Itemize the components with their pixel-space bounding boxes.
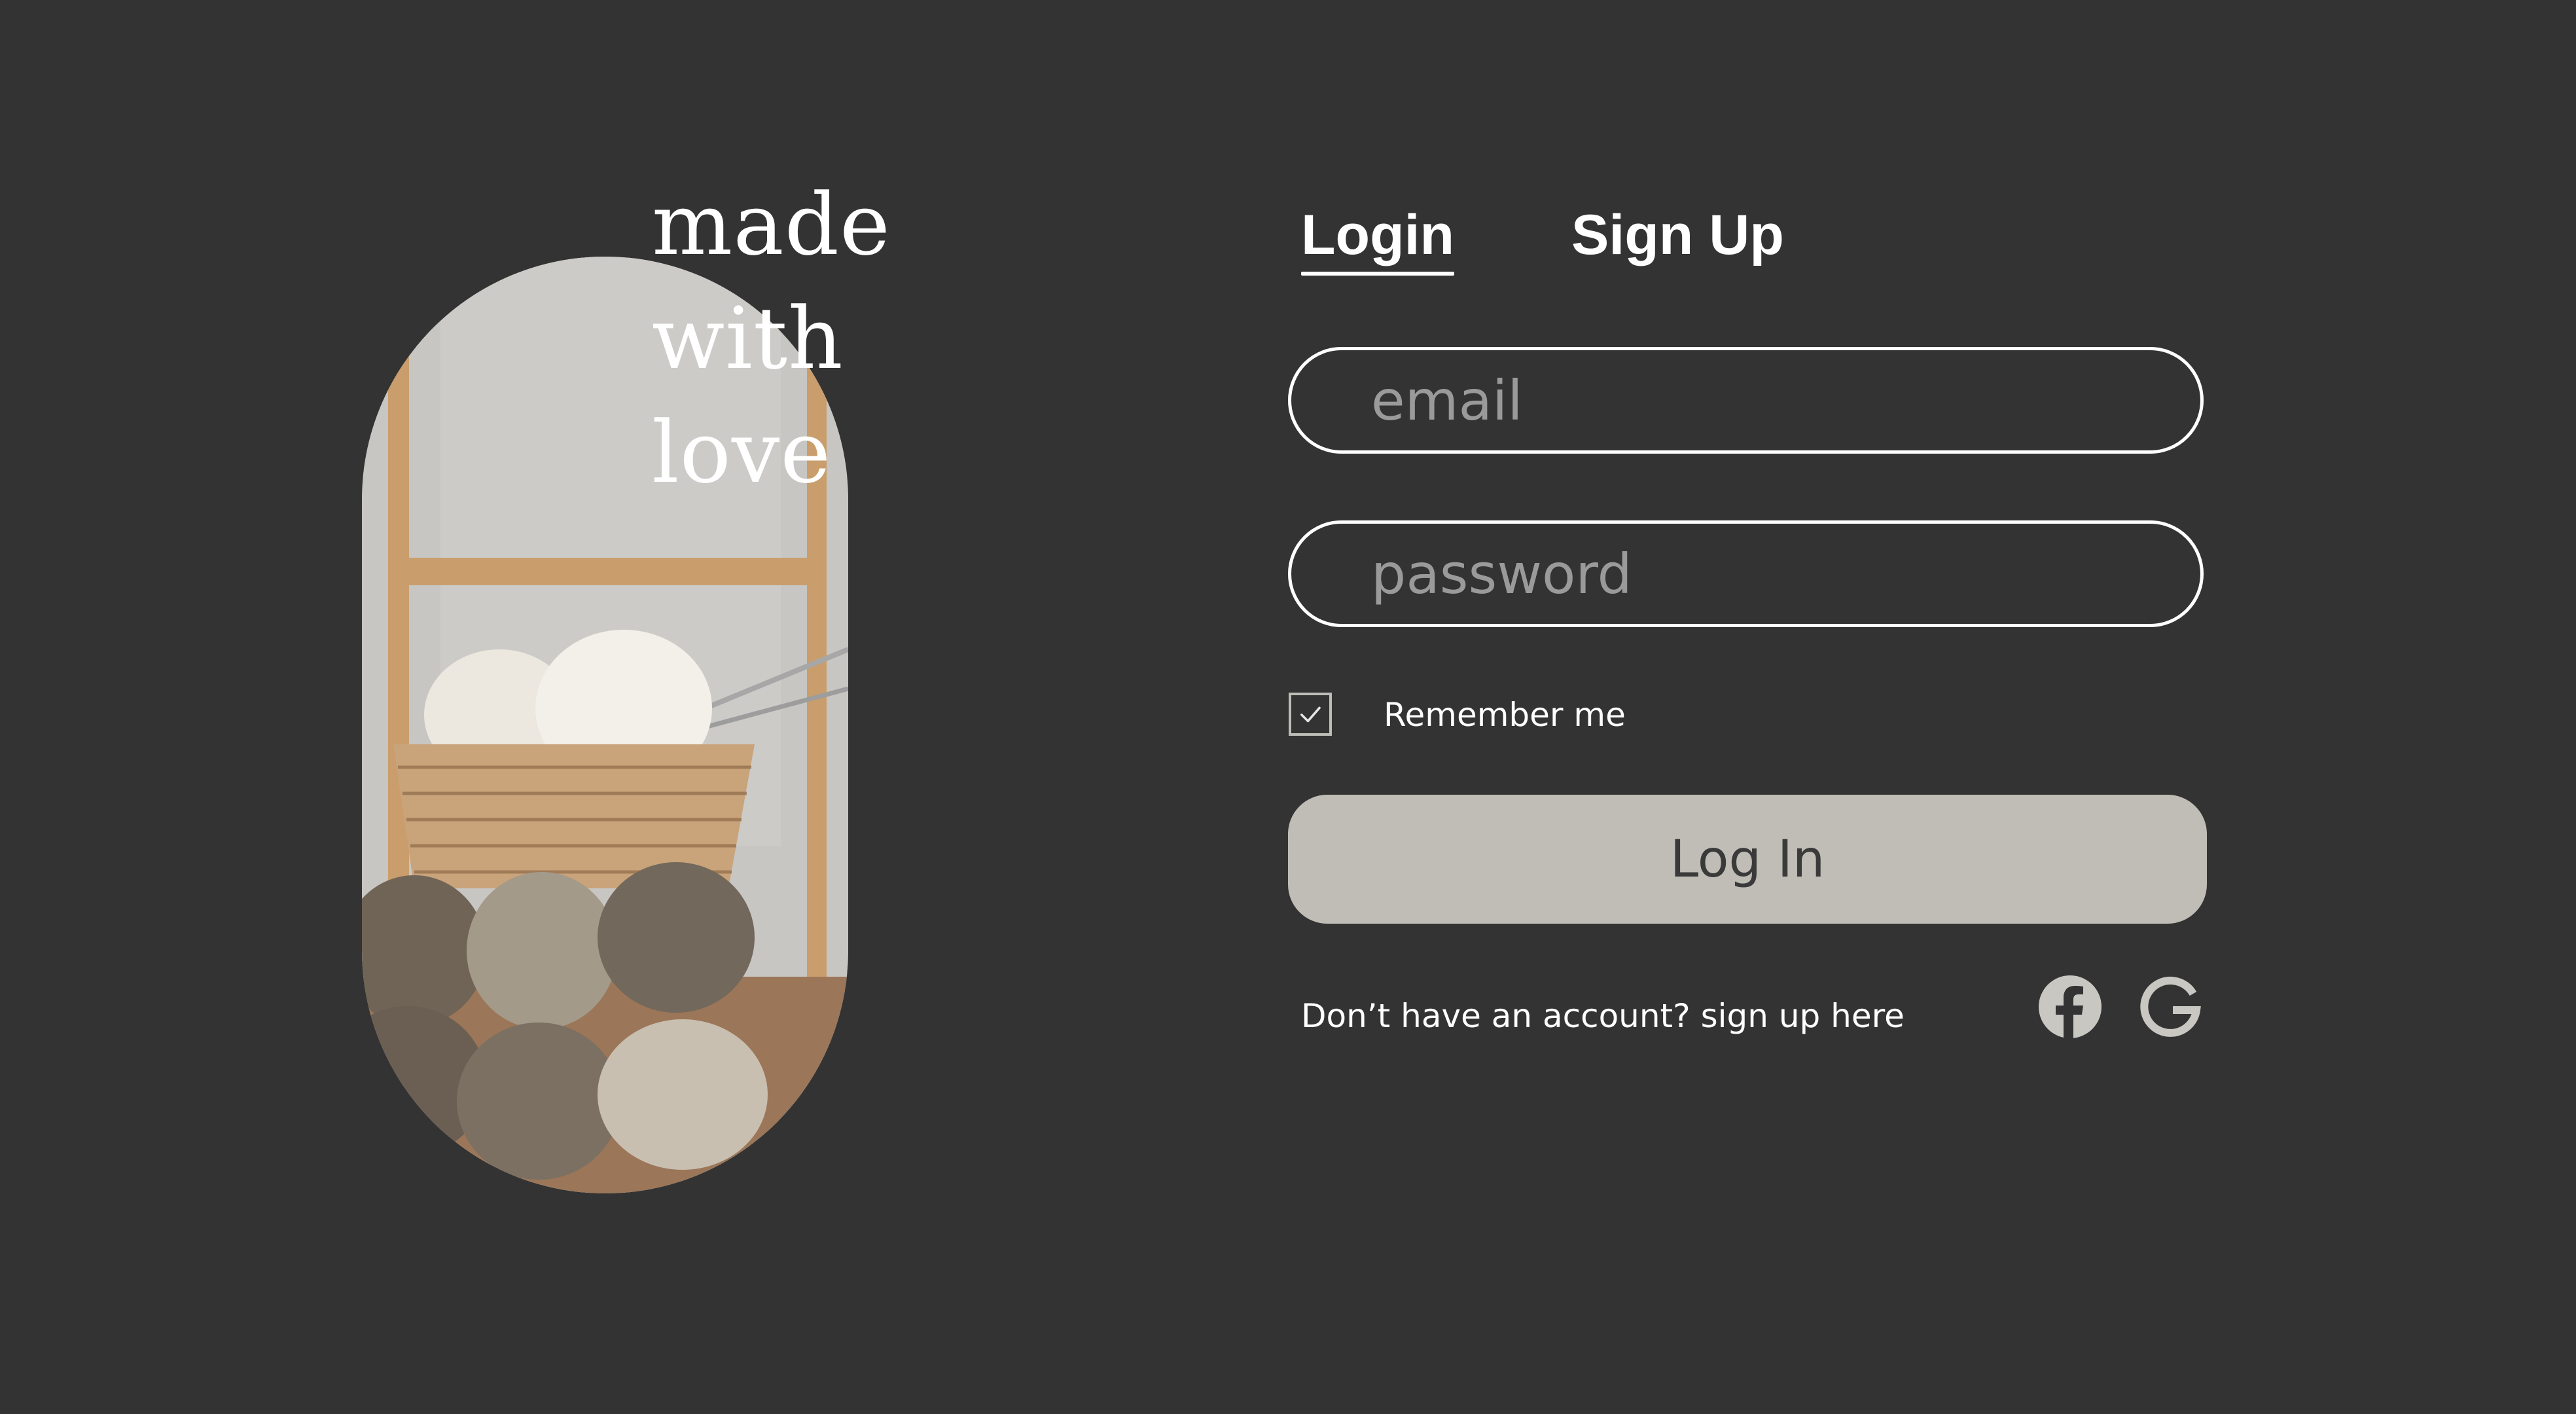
tab-signup[interactable]: Sign Up <box>1571 203 1784 268</box>
email-field[interactable] <box>1288 347 2204 454</box>
tab-login[interactable]: Login <box>1301 203 1455 276</box>
password-field[interactable] <box>1288 520 2204 627</box>
login-button[interactable]: Log In <box>1288 795 2207 924</box>
checkmark-icon <box>1300 706 1321 723</box>
remember-me-checkbox[interactable] <box>1289 693 1332 736</box>
tagline-line: love <box>652 403 832 502</box>
hero-tagline: made with love <box>652 168 891 509</box>
google-icon[interactable] <box>2139 974 2204 1040</box>
remember-me-label: Remember me <box>1384 696 1626 734</box>
tagline-line: with <box>652 289 844 388</box>
facebook-icon[interactable] <box>2037 974 2103 1040</box>
signup-link[interactable]: Don’t have an account? sign up here <box>1301 995 1905 1037</box>
tagline-line: made <box>652 175 891 274</box>
